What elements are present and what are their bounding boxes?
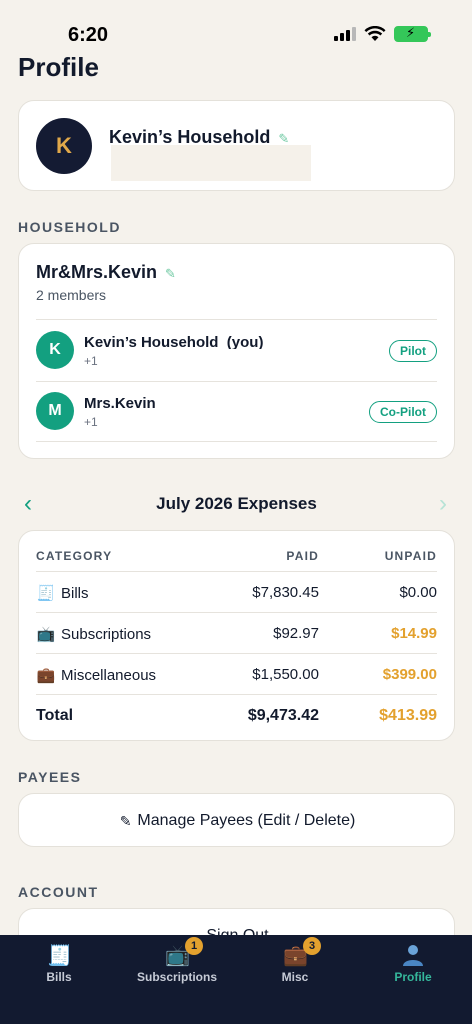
payees-section-label: PAYEES: [18, 769, 82, 785]
notification-badge: 3: [303, 937, 321, 955]
tab-label: Bills: [46, 970, 72, 984]
category-label: Miscellaneous: [61, 667, 157, 684]
status-time: 6:20: [68, 24, 109, 46]
charging-bolt-icon: ⚡: [406, 25, 416, 40]
page-title: Profile: [18, 52, 99, 82]
category-cell: 📺 Subscriptions: [36, 625, 151, 643]
member-avatar: M: [36, 392, 74, 430]
expenses-table: CATEGORY PAID UNPAID 🧾 Bills $7,830.45 $0…: [18, 530, 455, 741]
tv-icon: 📺 1: [165, 937, 203, 967]
account-section-label: ACCOUNT: [18, 884, 99, 900]
cellular-signal-icon: [334, 27, 356, 41]
category-cell: 💼 Miscellaneous: [36, 666, 156, 684]
unpaid-cell: $399.00: [382, 666, 437, 683]
table-row[interactable]: 🧾 Bills $7,830.45 $0.00: [36, 572, 437, 612]
status-bar: 6:20 ⚡: [0, 0, 472, 50]
tab-profile[interactable]: Profile: [354, 935, 472, 995]
table-row[interactable]: 📺 Subscriptions $92.97 $14.99: [36, 613, 437, 653]
receipt-icon: 🧾: [36, 585, 56, 602]
column-header-paid: PAID: [286, 549, 319, 563]
role-badge-co-pilot: Co-Pilot: [369, 401, 437, 423]
profile-avatar[interactable]: K: [36, 118, 92, 174]
receipt-icon: 🧾: [47, 945, 72, 967]
unpaid-cell: $0.00: [399, 584, 437, 601]
payees-card: ✎ Manage Payees (Edit / Delete): [18, 793, 455, 847]
paid-cell: $92.97: [273, 625, 319, 642]
category-label: Bills: [61, 585, 89, 602]
category-cell: 🧾 Bills: [36, 584, 89, 602]
column-header-category: CATEGORY: [36, 549, 113, 563]
household-section-label: HOUSEHOLD: [18, 219, 121, 235]
pencil-icon: ✎: [119, 812, 132, 829]
table-header: CATEGORY PAID UNPAID: [36, 531, 437, 571]
redacted-phone: [100, 410, 320, 438]
tab-label: Profile: [394, 970, 432, 984]
briefcase-icon: 💼 3: [283, 937, 321, 967]
member-avatar: K: [36, 331, 74, 369]
redacted-contact-info: [111, 145, 311, 181]
unpaid-cell: $14.99: [391, 625, 437, 642]
role-badge-pilot: Pilot: [389, 340, 437, 362]
category-label: Subscriptions: [61, 626, 152, 643]
wifi-icon: [364, 26, 386, 41]
divider: [36, 319, 437, 320]
household-member-count: 2 members: [36, 287, 107, 303]
redacted-phone: [100, 349, 320, 377]
tab-misc[interactable]: 💼 3 Misc: [236, 935, 354, 995]
tv-icon: 📺: [36, 626, 56, 643]
profile-card: K Kevin’s Household ✎: [18, 100, 455, 191]
manage-payees-label: Manage Payees (Edit / Delete): [137, 812, 356, 829]
table-total-row: Total $9,473.42 $413.99: [36, 695, 437, 735]
manage-payees-button[interactable]: ✎ Manage Payees (Edit / Delete): [19, 794, 456, 848]
battery-icon: ⚡: [394, 25, 431, 42]
member-row[interactable]: K Kevin’s Household (you) +1 Pilot: [36, 321, 437, 381]
notification-badge: 1: [185, 937, 203, 955]
profile-name-text: Kevin’s Household: [109, 127, 271, 147]
paid-cell: $7,830.45: [252, 584, 319, 601]
next-month-chevron-icon[interactable]: ›: [439, 490, 447, 518]
household-name-text: Mr&Mrs.Kevin: [36, 262, 158, 282]
tab-bills[interactable]: 🧾 Bills: [0, 935, 118, 995]
month-navigation: ‹ July 2026 Expenses ›: [18, 490, 455, 518]
member-phone: +1: [84, 354, 98, 368]
total-unpaid: $413.99: [379, 707, 437, 724]
divider: [36, 441, 437, 442]
household-card: Mr&Mrs.Kevin ✎ 2 members K Kevin’s Househ…: [18, 243, 455, 459]
tab-label: Subscriptions: [136, 970, 217, 984]
month-title: July 2026 Expenses: [156, 494, 317, 513]
column-header-unpaid: UNPAID: [384, 549, 437, 563]
paid-cell: $1,550.00: [252, 666, 319, 683]
member-row[interactable]: M Mrs.Kevin +1 Co-Pilot: [36, 382, 437, 442]
edit-pencil-icon[interactable]: ✎: [165, 266, 176, 282]
briefcase-icon: 💼: [36, 667, 56, 684]
total-label: Total: [36, 707, 74, 724]
tab-label: Misc: [281, 970, 309, 984]
tab-subscriptions[interactable]: 📺 1 Subscriptions: [118, 935, 236, 995]
table-row[interactable]: 💼 Miscellaneous $1,550.00 $399.00: [36, 654, 437, 694]
bottom-tab-bar: 🧾 Bills 📺 1 Subscriptions 💼 3 Misc Profile: [0, 935, 472, 1024]
household-name[interactable]: Mr&Mrs.Kevin ✎: [36, 262, 176, 283]
person-icon: [401, 943, 425, 967]
total-paid: $9,473.42: [247, 707, 319, 724]
member-phone: +1: [84, 415, 98, 429]
status-icons: ⚡: [334, 25, 431, 42]
